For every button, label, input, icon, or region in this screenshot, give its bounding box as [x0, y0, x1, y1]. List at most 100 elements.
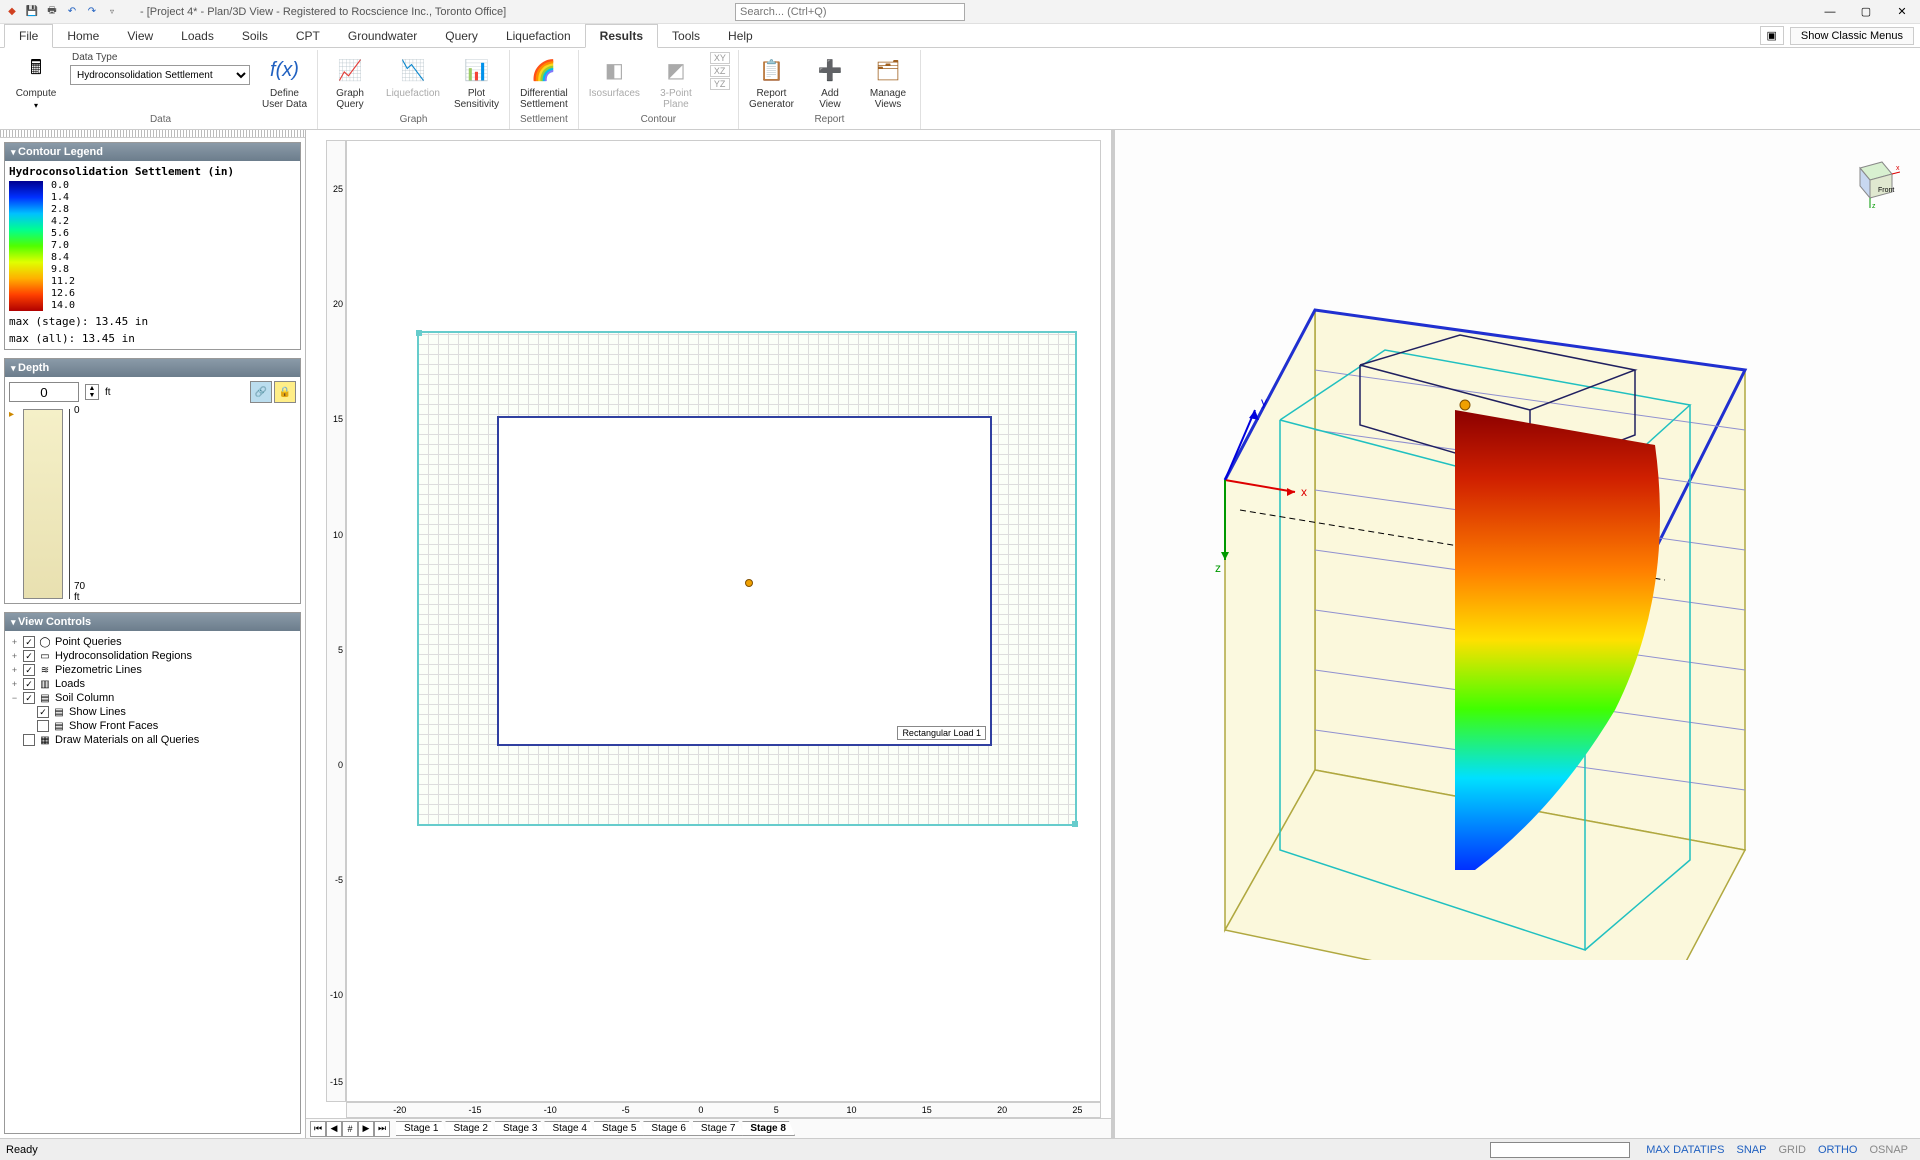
stage-tab[interactable]: Stage 1 — [396, 1121, 447, 1136]
query-point[interactable] — [745, 579, 753, 587]
tree-item[interactable]: +✓▥Loads — [9, 677, 296, 691]
3d-model[interactable]: y x z — [1185, 210, 1805, 960]
plane-buttons: XY XZ YZ — [710, 52, 730, 90]
layer-icon: ▤ — [38, 692, 52, 704]
status-grid[interactable]: GRID — [1772, 1144, 1812, 1156]
add-view-icon: ➕ — [814, 54, 846, 86]
xz-plane-button[interactable]: XZ — [710, 65, 730, 77]
xy-plane-button[interactable]: XY — [710, 52, 730, 64]
stage-num-icon[interactable]: # — [342, 1121, 358, 1137]
window-list-icon[interactable]: ▣ — [1760, 26, 1784, 45]
plan-view[interactable]: 2520151050-5-10-15 Rectangular Load 1 -2… — [306, 130, 1115, 1138]
maximize-button[interactable]: ▢ — [1848, 0, 1884, 24]
coord-input[interactable] — [1490, 1142, 1630, 1158]
tab-query[interactable]: Query — [431, 24, 492, 47]
tree-item[interactable]: +✓◯Point Queries — [9, 635, 296, 649]
classic-menus-button[interactable]: Show Classic Menus — [1790, 27, 1914, 45]
status-ortho[interactable]: ORTHO — [1812, 1144, 1864, 1156]
stage-first-icon[interactable]: ⏮ — [310, 1121, 326, 1137]
minimize-button[interactable]: — — [1812, 0, 1848, 24]
axis-gizmo[interactable]: Front x z — [1840, 150, 1900, 210]
data-type-select[interactable]: Hydroconsolidation Settlement — [70, 65, 250, 85]
expand-icon[interactable]: + — [9, 665, 20, 675]
tree-item[interactable]: ✓▤Show Lines — [9, 705, 296, 719]
save-icon[interactable]: 💾 — [24, 4, 40, 20]
stage-tab[interactable]: Stage 2 — [445, 1121, 496, 1136]
stage-prev-icon[interactable]: ◀ — [326, 1121, 342, 1137]
plan-canvas[interactable]: Rectangular Load 1 — [346, 140, 1101, 1102]
tab-groundwater[interactable]: Groundwater — [334, 24, 431, 47]
yz-plane-button[interactable]: YZ — [710, 78, 730, 90]
stage-last-icon[interactable]: ⏭ — [374, 1121, 390, 1137]
tree-item[interactable]: −✓▤Soil Column — [9, 691, 296, 705]
differential-settlement-button[interactable]: 🌈 Differential Settlement — [518, 52, 570, 112]
tab-file[interactable]: File — [4, 24, 53, 48]
status-osnap[interactable]: OSNAP — [1863, 1144, 1914, 1156]
checkbox[interactable] — [37, 720, 49, 732]
add-view-button[interactable]: ➕ Add View — [806, 52, 854, 112]
tab-soils[interactable]: Soils — [228, 24, 282, 47]
status-max-datatips[interactable]: MAX DATATIPS — [1640, 1144, 1730, 1156]
layer-icon: ◯ — [38, 636, 52, 648]
redo-icon[interactable]: ↷ — [84, 4, 100, 20]
tab-results[interactable]: Results — [585, 24, 658, 48]
tab-loads[interactable]: Loads — [167, 24, 228, 47]
layer-icon: ▦ — [38, 734, 52, 746]
print-icon[interactable]: 🖶 — [44, 4, 60, 20]
graph-query-button[interactable]: 📈 Graph Query — [326, 52, 374, 112]
qat-more-icon[interactable]: ▿ — [104, 4, 120, 20]
tab-home[interactable]: Home — [53, 24, 113, 47]
depth-header[interactable]: Depth — [5, 359, 300, 377]
layer-icon: ▭ — [38, 650, 52, 662]
view-controls-header[interactable]: View Controls — [5, 613, 300, 631]
checkbox[interactable]: ✓ — [23, 678, 35, 690]
3d-view[interactable]: Front x z — [1115, 130, 1920, 1138]
tree-label: Soil Column — [55, 692, 114, 704]
depth-spinner[interactable]: ▲▼ — [85, 384, 99, 400]
stage-tab[interactable]: Stage 7 — [693, 1121, 744, 1136]
checkbox[interactable]: ✓ — [23, 692, 35, 704]
status-bar: Ready MAX DATATIPSSNAPGRIDORTHOOSNAP — [0, 1138, 1920, 1160]
report-generator-button[interactable]: 📋 Report Generator — [747, 52, 796, 112]
define-user-data-button[interactable]: f(x) Define User Data — [260, 52, 309, 112]
tree-item[interactable]: +✓▭Hydroconsolidation Regions — [9, 649, 296, 663]
tab-cpt[interactable]: CPT — [282, 24, 334, 47]
soil-column-bar[interactable] — [23, 409, 63, 599]
tab-help[interactable]: Help — [714, 24, 767, 47]
expand-icon[interactable]: + — [9, 651, 20, 661]
tree-item[interactable]: +✓≋Piezometric Lines — [9, 663, 296, 677]
search-input[interactable] — [735, 3, 965, 21]
expand-icon[interactable]: + — [9, 637, 20, 647]
depth-link-icon[interactable]: 🔗 — [250, 381, 272, 403]
manage-views-button[interactable]: 🗂 Manage Views — [864, 52, 912, 112]
svg-text:x: x — [1896, 165, 1900, 172]
checkbox[interactable]: ✓ — [23, 650, 35, 662]
tree-item[interactable]: ▤Show Front Faces — [9, 719, 296, 733]
sidebar-gripper[interactable] — [0, 130, 305, 138]
depth-lock-icon[interactable]: 🔒 — [274, 381, 296, 403]
tree-item[interactable]: ▦Draw Materials on all Queries — [9, 733, 296, 747]
close-button[interactable]: ✕ — [1884, 0, 1920, 24]
plot-sensitivity-button[interactable]: 📊 Plot Sensitivity — [452, 52, 501, 112]
stage-tab[interactable]: Stage 5 — [594, 1121, 645, 1136]
undo-icon[interactable]: ↶ — [64, 4, 80, 20]
expand-icon[interactable]: − — [9, 693, 20, 703]
expand-icon[interactable]: + — [9, 679, 20, 689]
checkbox[interactable]: ✓ — [23, 664, 35, 676]
stage-tab[interactable]: Stage 8 — [742, 1121, 795, 1136]
stage-tab[interactable]: Stage 6 — [643, 1121, 694, 1136]
compute-button[interactable]: 🖩 Compute ▾ — [12, 52, 60, 112]
checkbox[interactable] — [23, 734, 35, 746]
compute-icon: 🖩 — [20, 54, 52, 86]
stage-next-icon[interactable]: ▶ — [358, 1121, 374, 1137]
stage-tab[interactable]: Stage 4 — [544, 1121, 595, 1136]
tab-liquefaction[interactable]: Liquefaction — [492, 24, 585, 47]
depth-input[interactable] — [9, 382, 79, 402]
tab-tools[interactable]: Tools — [658, 24, 714, 47]
tab-view[interactable]: View — [113, 24, 167, 47]
contour-legend-header[interactable]: Contour Legend — [5, 143, 300, 161]
status-snap[interactable]: SNAP — [1730, 1144, 1772, 1156]
stage-tab[interactable]: Stage 3 — [495, 1121, 546, 1136]
checkbox[interactable]: ✓ — [23, 636, 35, 648]
checkbox[interactable]: ✓ — [37, 706, 49, 718]
